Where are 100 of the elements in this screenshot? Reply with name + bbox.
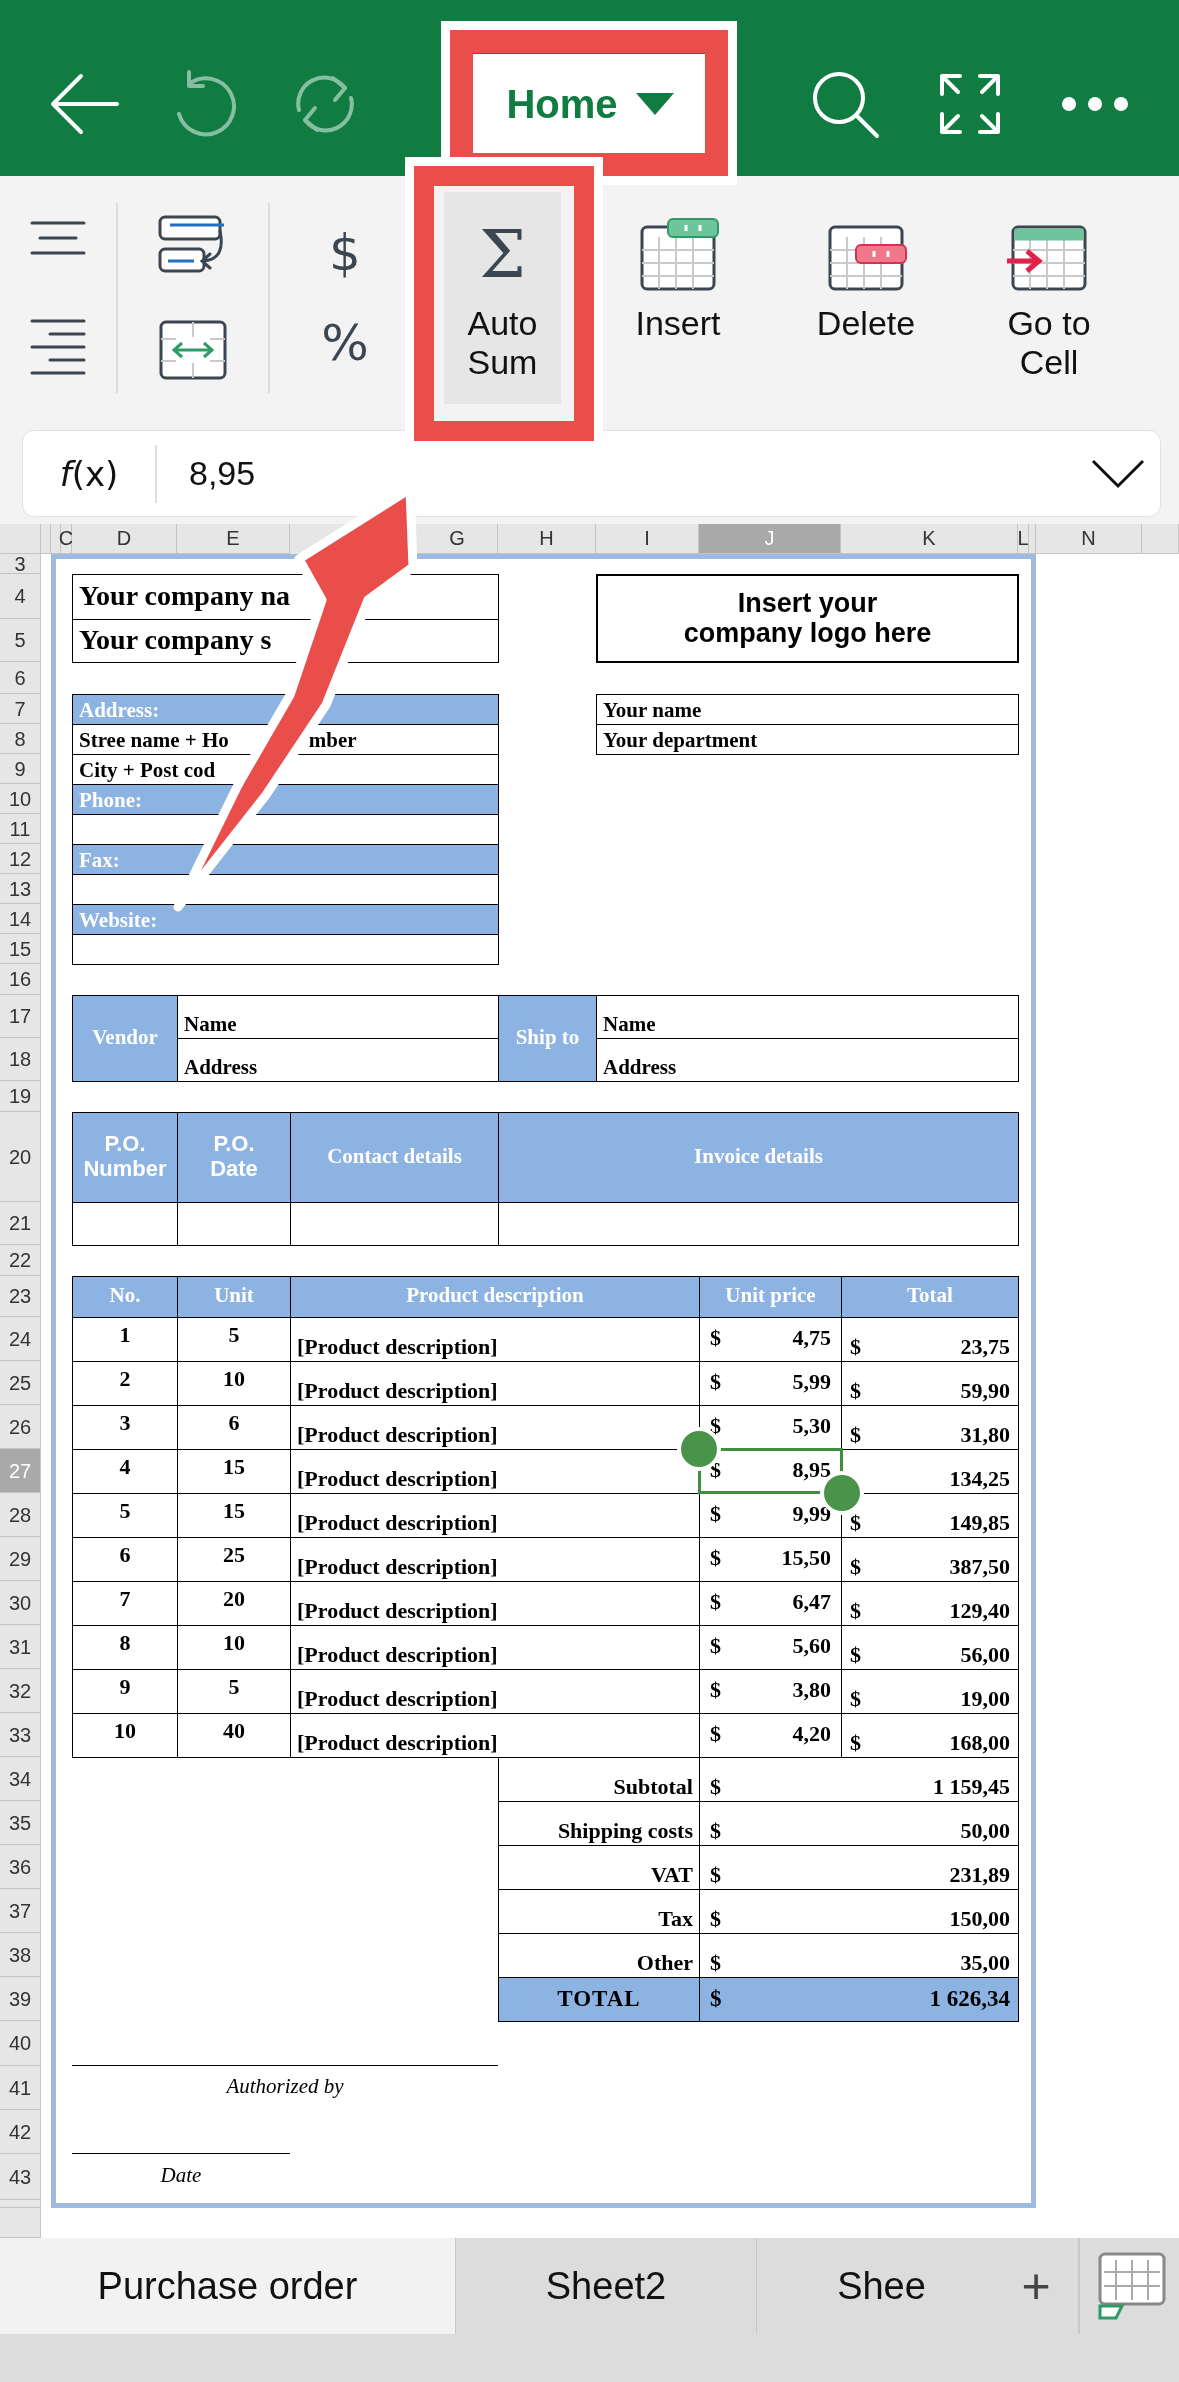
- currency-symbol: $: [710, 1678, 721, 1703]
- function-label[interactable]: f(x): [23, 453, 155, 494]
- currency-symbol: $: [710, 1590, 721, 1615]
- row-header[interactable]: 4: [0, 574, 41, 619]
- row-header[interactable]: 6: [0, 662, 41, 694]
- row-header[interactable]: 37: [0, 1889, 41, 1933]
- currency-symbol: $: [850, 1598, 861, 1623]
- row-header[interactable]: 28: [0, 1493, 41, 1537]
- amount: 150,00: [949, 1906, 1010, 1931]
- amount: 8,95: [792, 1458, 831, 1483]
- row-header[interactable]: 13: [0, 874, 41, 904]
- currency-symbol: $: [710, 1722, 721, 1747]
- row-header[interactable]: 16: [0, 964, 41, 995]
- add-sheet-button[interactable]: +: [1006, 2238, 1066, 2334]
- row-header[interactable]: 10: [0, 784, 41, 814]
- row-header[interactable]: 21: [0, 1202, 41, 1245]
- currency-symbol: $: [710, 1906, 721, 1931]
- row-header[interactable]: 39: [0, 1977, 41, 2021]
- row-header[interactable]: 3: [0, 554, 41, 574]
- currency-format-button[interactable]: $: [329, 228, 361, 278]
- amount: 387,50: [949, 1554, 1010, 1579]
- amount: 4,20: [792, 1722, 831, 1747]
- column-header[interactable]: H: [498, 524, 596, 554]
- row-header[interactable]: 43: [0, 2154, 41, 2200]
- column-heading: Product description: [290, 1276, 700, 1318]
- autosum-button[interactable]: Σ Auto Sum: [444, 192, 561, 404]
- row-header[interactable]: 33: [0, 1713, 41, 1757]
- row-header[interactable]: 19: [0, 1081, 41, 1112]
- row-header[interactable]: 34: [0, 1757, 41, 1801]
- currency-symbol: $: [710, 1370, 721, 1395]
- row-header[interactable]: 26: [0, 1405, 41, 1449]
- percent-format-button[interactable]: %: [321, 318, 369, 368]
- row-header[interactable]: 22: [0, 1245, 41, 1276]
- amount: 59,90: [960, 1378, 1010, 1403]
- row-header[interactable]: 17: [0, 995, 41, 1038]
- column-header[interactable]: [51, 524, 61, 554]
- sheet-tab[interactable]: Purchase order: [0, 2238, 455, 2334]
- currency-symbol: $: [850, 1378, 861, 1403]
- row-header[interactable]: 31: [0, 1625, 41, 1669]
- align-right-icon[interactable]: [28, 317, 88, 377]
- row-header[interactable]: 32: [0, 1669, 41, 1713]
- row-header[interactable]: 9: [0, 754, 41, 784]
- amount: 168,00: [949, 1730, 1010, 1755]
- column-header[interactable]: K: [841, 524, 1018, 554]
- align-center-icon[interactable]: [28, 219, 88, 257]
- row-header[interactable]: 42: [0, 2110, 41, 2154]
- column-heading: Total: [841, 1276, 1019, 1318]
- amount: 134,25: [949, 1466, 1010, 1491]
- column-header[interactable]: N: [1036, 524, 1142, 554]
- amount: 5,99: [792, 1370, 831, 1395]
- row-header[interactable]: 11: [0, 814, 41, 844]
- row-header[interactable]: 8: [0, 724, 41, 754]
- column-header[interactable]: G: [417, 524, 498, 554]
- currency-symbol: $: [710, 1634, 721, 1659]
- amount: 31,80: [960, 1422, 1010, 1447]
- amount: 5,30: [792, 1414, 831, 1439]
- ribbon-button[interactable]: Insert: [598, 192, 758, 404]
- currency-symbol: $: [850, 1422, 861, 1447]
- spreadsheet-grid[interactable]: [0, 524, 1179, 2238]
- contact-field: Your department: [596, 724, 1019, 755]
- row-header[interactable]: 29: [0, 1537, 41, 1581]
- row-header[interactable]: 40: [0, 2021, 41, 2066]
- chevron-down-icon[interactable]: [1090, 457, 1146, 490]
- grid-view-icon[interactable]: [1096, 2250, 1168, 2322]
- formula-bar[interactable]: f(x) 8,95: [22, 430, 1161, 517]
- row-header[interactable]: 18: [0, 1038, 41, 1081]
- row-header[interactable]: 5: [0, 619, 41, 662]
- column-heading: Unit price: [699, 1276, 842, 1318]
- column-header[interactable]: I: [596, 524, 699, 554]
- row-header[interactable]: 20: [0, 1112, 41, 1202]
- row-header[interactable]: 15: [0, 934, 41, 964]
- column-header[interactable]: E: [177, 524, 290, 554]
- column-heading: Contact details: [290, 1112, 499, 1203]
- currency-symbol: $: [710, 1818, 721, 1843]
- row-header[interactable]: 36: [0, 1845, 41, 1889]
- row-header[interactable]: 23: [0, 1276, 41, 1317]
- amount: 1 626,34: [929, 1985, 1010, 2012]
- row-header[interactable]: 41: [0, 2066, 41, 2110]
- row-header[interactable]: 35: [0, 1801, 41, 1845]
- row-header[interactable]: 30: [0, 1581, 41, 1625]
- row-header[interactable]: 12: [0, 844, 41, 874]
- row-header[interactable]: 24: [0, 1317, 41, 1361]
- ribbon-button[interactable]: Delete: [786, 192, 946, 404]
- amount: 6,47: [792, 1590, 831, 1615]
- currency-symbol: $: [710, 1774, 721, 1799]
- signature-caption: Authorized by: [224, 2073, 345, 2101]
- formula-value[interactable]: 8,95: [189, 454, 1090, 493]
- row-header[interactable]: 25: [0, 1361, 41, 1405]
- column-header[interactable]: L: [1018, 524, 1029, 554]
- home-tab-menu[interactable]: Home: [473, 53, 707, 155]
- row-header[interactable]: 7: [0, 694, 41, 724]
- merge-cells-icon[interactable]: [158, 319, 228, 381]
- column-header[interactable]: C: [61, 524, 72, 554]
- row-header[interactable]: 38: [0, 1933, 41, 1977]
- row-header[interactable]: 14: [0, 904, 41, 934]
- contact-field: Your name: [596, 694, 1019, 725]
- ribbon-button[interactable]: Go to Cell: [979, 192, 1119, 404]
- column-header[interactable]: D: [72, 524, 177, 554]
- currency-symbol: $: [710, 1862, 721, 1887]
- currency-symbol: $: [710, 1546, 721, 1571]
